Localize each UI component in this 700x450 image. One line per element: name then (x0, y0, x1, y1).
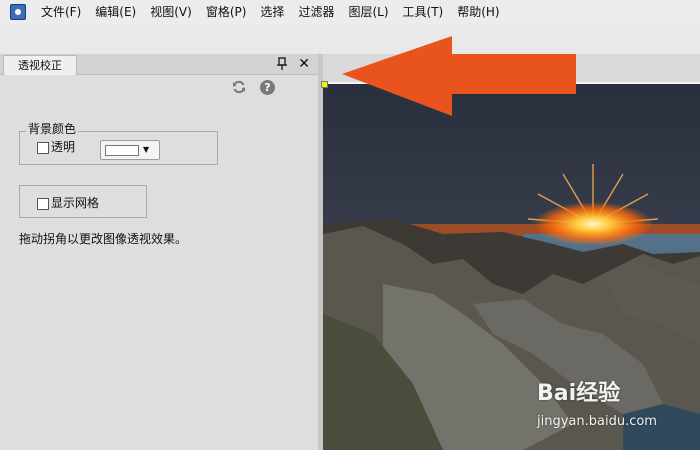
hint-text: 拖动拐角以更改图像透视效果。 (19, 232, 188, 246)
checkbox-box[interactable] (37, 141, 49, 154)
close-icon[interactable]: ✕ (298, 55, 310, 73)
color-swatch (105, 145, 139, 156)
background-color-legend: 背景颜色 (26, 122, 79, 136)
perspective-panel: 透视校正 ✕ (0, 54, 319, 450)
help-icon[interactable]: ? (260, 80, 275, 95)
menu-filter[interactable]: 过滤器 (291, 0, 341, 24)
menu-pane[interactable]: 窗格(P) (199, 0, 254, 24)
transparent-label: 透明 (51, 140, 76, 154)
app-icon[interactable] (10, 4, 26, 20)
chevron-down-icon: ▼ (143, 145, 150, 154)
transparent-checkbox[interactable]: 透明 (37, 140, 75, 154)
color-picker[interactable]: ▼ (100, 140, 160, 160)
menu-help[interactable]: 帮助(H) (450, 0, 506, 24)
show-grid-checkbox[interactable]: 显示网格 (37, 196, 99, 210)
corner-handle[interactable] (321, 81, 328, 88)
menu-file[interactable]: 文件(F) (34, 0, 88, 24)
panel-header: 透视校正 ✕ (0, 54, 318, 75)
baidu-watermark: Bai经验 jingyan.baidu.com (537, 380, 697, 440)
checkbox-box[interactable] (37, 197, 49, 210)
annotation-arrow-icon (342, 36, 576, 116)
annotation-arrow-shape (342, 36, 576, 116)
menu-bar: 文件(F) 编辑(E) 视图(V) 窗格(P) 选择 过滤器 图层(L) 工具(… (0, 0, 700, 24)
menu-layer[interactable]: 图层(L) (341, 0, 395, 24)
menu-select[interactable]: 选择 (253, 0, 291, 24)
pin-icon[interactable] (276, 57, 288, 71)
menu-tools[interactable]: 工具(T) (396, 0, 451, 24)
menu-view[interactable]: 视图(V) (143, 0, 199, 24)
watermark-url: jingyan.baidu.com (537, 414, 657, 429)
watermark-main: Bai经验 (537, 381, 621, 406)
refresh-icon[interactable] (232, 80, 246, 94)
menu-edit[interactable]: 编辑(E) (88, 0, 143, 24)
show-grid-label: 显示网格 (51, 196, 100, 210)
panel-tab[interactable]: 透视校正 (3, 55, 77, 75)
